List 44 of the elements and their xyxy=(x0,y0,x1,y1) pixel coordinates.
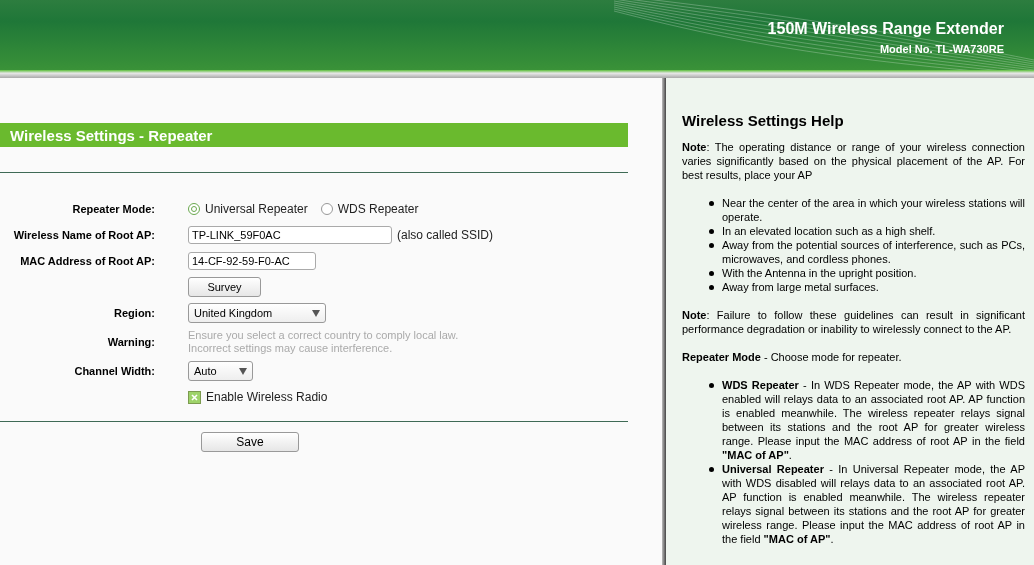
caret-icon xyxy=(312,309,320,317)
bullet-icon xyxy=(709,201,714,206)
bullet-icon xyxy=(709,467,714,472)
field-hint: (also called SSID) xyxy=(397,228,494,242)
bullet-icon xyxy=(709,243,714,248)
bullet-icon xyxy=(709,383,714,388)
help-list-item: Away from large metal surfaces. xyxy=(722,280,880,294)
text-field[interactable]: TP-LINK_59F0AC xyxy=(188,226,392,244)
field-label: Region: xyxy=(113,307,155,319)
bullet-icon xyxy=(709,285,714,290)
save-button[interactable]: Save xyxy=(201,432,299,452)
product-title: 150M Wireless Range Extender xyxy=(767,19,1004,38)
bullet-icon xyxy=(709,271,714,276)
caret-icon xyxy=(239,367,247,375)
help-paragraph: Note: Failure to follow these guidelines can result in significant performance degradation or inability to wirelessly connect to the AP. xyxy=(682,308,1025,336)
dropdown[interactable]: United Kingdom xyxy=(188,303,326,323)
radio-label: Universal Repeater xyxy=(205,202,308,216)
field-label: Channel Width: xyxy=(73,365,155,377)
help-title: Wireless Settings Help xyxy=(682,112,845,129)
help-list-item: In an elevated location such as a high shelf. xyxy=(722,224,937,238)
cross-icon xyxy=(191,393,198,401)
section-title: Wireless Settings - Repeater xyxy=(0,123,628,147)
model-number: Model No. TL-WA730RE xyxy=(879,42,1004,55)
field-label: Wireless Name of Root AP: xyxy=(12,229,155,241)
help-list-item: WDS Repeater - In WDS Repeater mode, the AP with WDS enabled will relays data to an associated root AP. AP function is enabled meanwhile. The wireless repeater relays signal between its stations and the root AP for greater wireless range. Please input the MAC address of root AP in the field "MAC of AP". xyxy=(722,378,1025,462)
help-list-item: Near the center of the area in which your wireless stations will operate. xyxy=(722,196,1025,224)
field-label: Warning: xyxy=(106,336,155,348)
text-field[interactable]: 14-CF-92-59-F0-AC xyxy=(188,252,316,270)
bullet-icon xyxy=(709,229,714,234)
warning-text: Ensure you select a correct country to comply local law. Incorrect settings may cause interference. xyxy=(188,329,460,355)
checkbox[interactable] xyxy=(188,390,201,404)
radio-button[interactable] xyxy=(188,203,200,215)
survey-button[interactable]: Survey xyxy=(188,277,261,297)
radio-label: WDS Repeater xyxy=(337,202,419,216)
radio-button[interactable] xyxy=(320,203,333,215)
field-label: MAC Address of Root AP: xyxy=(19,255,155,267)
help-paragraph: Repeater Mode - Choose mode for repeater. xyxy=(682,350,903,364)
help-list-item: With the Antenna in the upright position. xyxy=(722,266,918,280)
help-list-item: Away from the potential sources of interference, such as PCs, microwaves, and cordless phones. xyxy=(722,238,1025,266)
field-label: Repeater Mode: xyxy=(71,203,155,215)
help-paragraph: Note: The operating distance or range of your wireless connection varies significantly based on the physical placement of the AP. For best results, place your AP xyxy=(682,140,1025,182)
dropdown[interactable]: Auto xyxy=(188,361,253,381)
help-list-item: Universal Repeater - In Universal Repeater mode, the AP with WDS disabled will relays data to an associated root AP. AP function is enabled meanwhile. The wireless repeater relays signal between its stations and the root AP for greater wireless range. Please input the MAC address of root AP in the field "MAC of AP". xyxy=(722,462,1025,546)
checkbox-label: Enable Wireless Radio xyxy=(206,390,328,404)
